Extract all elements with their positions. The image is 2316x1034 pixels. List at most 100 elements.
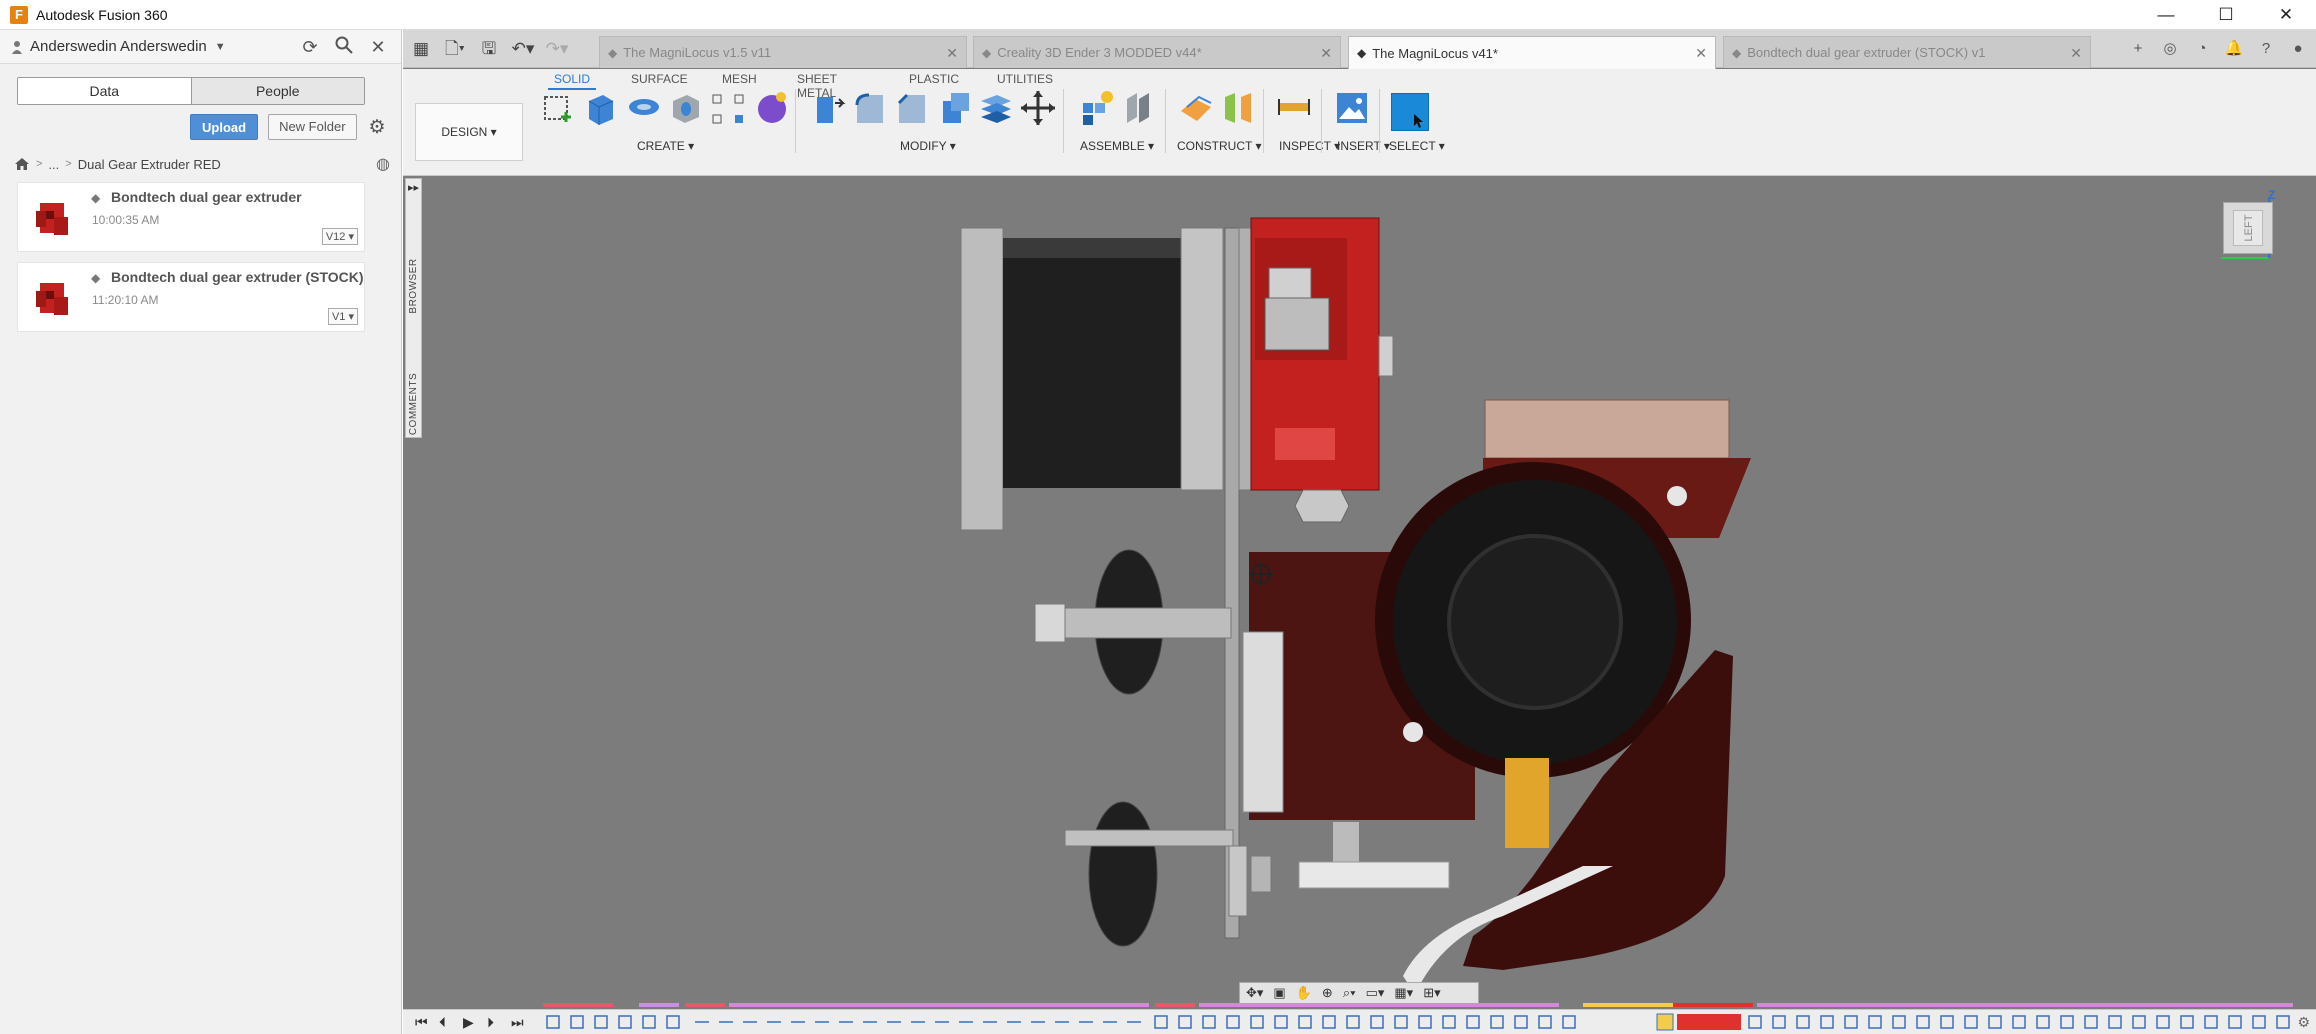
close-tab-icon[interactable]: ✕ — [1695, 45, 1707, 62]
timeline-features[interactable] — [545, 1012, 2305, 1032]
press-pull-icon[interactable] — [809, 89, 847, 127]
timeline-end-icon[interactable]: ⏭ — [511, 1014, 524, 1031]
chevron-down-icon[interactable]: ▼ — [215, 41, 226, 53]
minimize-button[interactable]: — — [2136, 0, 2196, 30]
title-bar: F Autodesk Fusion 360 — ☐ ✕ — [0, 0, 2316, 30]
save-icon[interactable]: 🖫 — [475, 35, 503, 63]
chamfer-icon[interactable] — [893, 89, 931, 127]
construct-menu[interactable]: CONSTRUCT ▾ — [1177, 139, 1261, 153]
timeline-step-back-icon[interactable]: ⏴ — [439, 1014, 446, 1031]
select-menu[interactable]: SELECT ▾ — [1389, 139, 1445, 153]
maximize-button[interactable]: ☐ — [2196, 0, 2256, 30]
new-tab-icon[interactable]: + — [2126, 36, 2150, 62]
tab-plastic[interactable]: PLASTIC — [909, 72, 959, 86]
zoom-icon[interactable]: ⊕ — [1322, 985, 1333, 1001]
refresh-icon[interactable]: ⟳ — [299, 36, 321, 58]
job-status-icon[interactable]: ◔ — [2190, 36, 2214, 62]
doc-tab-title[interactable]: The MagniLocus v41* — [1372, 46, 1498, 61]
insert-image-icon[interactable] — [1333, 89, 1371, 127]
search-icon[interactable] — [333, 36, 355, 58]
close-tab-icon[interactable]: ✕ — [2070, 45, 2082, 62]
breadcrumb-ellipsis[interactable]: ... — [48, 157, 59, 172]
home-icon[interactable] — [14, 157, 30, 171]
doc-tab[interactable]: ◆ The MagniLocus v1.5 v11 ✕ — [599, 36, 967, 68]
create-sketch-icon[interactable] — [539, 89, 577, 127]
file-name[interactable]: Bondtech dual gear extruder (STOCK) — [111, 269, 364, 285]
3d-viewport[interactable]: ▸▸ BROWSER COMMENTS LEFT Z ✥▾ ▣ ✋ ⊕ ⌕▾ ▭… — [403, 176, 2316, 1009]
file-timestamp: 10:00:35 AM — [92, 213, 160, 227]
doc-tab-title[interactable]: Bondtech dual gear extruder (STOCK) v1 — [1747, 45, 1985, 60]
combine-icon[interactable] — [977, 89, 1015, 127]
assemble-menu[interactable]: ASSEMBLE ▾ — [1080, 139, 1154, 153]
timeline-start-icon[interactable]: ⏮ — [415, 1014, 428, 1031]
file-item[interactable]: ◆ Bondtech dual gear extruder (STOCK) 11… — [17, 262, 365, 332]
network-icon[interactable]: ◍ — [376, 154, 390, 174]
pan-icon[interactable]: ✋ — [1296, 985, 1312, 1001]
select-tool-button[interactable] — [1391, 93, 1429, 131]
pattern-icon[interactable] — [709, 89, 747, 127]
tab-utilities[interactable]: UTILITIES — [997, 72, 1053, 86]
profile-icon[interactable]: ● — [2286, 36, 2310, 62]
user-bar[interactable]: Anderswedin Anderswedin ▼ ⟳ ✕ — [0, 30, 401, 64]
revolve-icon[interactable] — [625, 89, 663, 127]
look-at-icon[interactable]: ▣ — [1273, 985, 1285, 1001]
close-window-button[interactable]: ✕ — [2256, 0, 2316, 30]
tab-solid[interactable]: SOLID — [554, 72, 590, 86]
measure-icon[interactable] — [1275, 89, 1313, 127]
midplane-icon[interactable] — [1219, 89, 1257, 127]
doc-tab-title[interactable]: The MagniLocus v1.5 v11 — [623, 45, 771, 60]
viewcube[interactable]: LEFT — [2223, 202, 2273, 254]
new-folder-button[interactable]: New Folder — [268, 114, 357, 140]
modify-menu[interactable]: MODIFY ▾ — [900, 139, 956, 153]
shell-icon[interactable] — [935, 89, 973, 127]
inspect-menu[interactable]: INSPECT ▾ — [1279, 139, 1340, 153]
close-panel-icon[interactable]: ✕ — [367, 36, 389, 58]
help-icon[interactable]: ? — [2254, 36, 2278, 62]
extensions-icon[interactable]: ◎ — [2158, 36, 2182, 62]
user-name[interactable]: Anderswedin Anderswedin — [30, 38, 207, 55]
doc-tab-active[interactable]: ◆ The MagniLocus v41* ✕ — [1348, 36, 1716, 69]
doc-tab-title[interactable]: Creality 3D Ender 3 MODDED v44* — [997, 45, 1201, 60]
insert-menu[interactable]: INSERT ▾ — [1337, 139, 1390, 153]
breadcrumb-current-folder[interactable]: Dual Gear Extruder RED — [78, 157, 221, 172]
tab-people[interactable]: People — [190, 78, 364, 104]
tab-surface[interactable]: SURFACE — [631, 72, 688, 86]
new-component-icon[interactable] — [1077, 89, 1115, 127]
timeline-settings-icon[interactable]: ⚙ — [2297, 1014, 2310, 1031]
viewcube-face-label[interactable]: LEFT — [2233, 210, 2263, 246]
file-menu-icon[interactable]: 🗋▾ — [441, 35, 469, 63]
move-icon[interactable] — [1019, 89, 1057, 127]
tab-mesh[interactable]: MESH — [722, 72, 757, 86]
offset-plane-icon[interactable] — [1177, 89, 1215, 127]
grid-settings-icon[interactable]: ▦▾ — [1394, 985, 1413, 1001]
close-tab-icon[interactable]: ✕ — [946, 45, 958, 62]
doc-tab[interactable]: ◆ Bondtech dual gear extruder (STOCK) v1 ✕ — [1723, 36, 2091, 68]
fit-icon[interactable]: ⌕▾ — [1343, 985, 1356, 1001]
file-item[interactable]: ◆ Bondtech dual gear extruder 10:00:35 A… — [17, 182, 365, 252]
orbit-icon[interactable]: ✥▾ — [1246, 985, 1263, 1001]
hole-icon[interactable] — [667, 89, 705, 127]
doc-tab[interactable]: ◆ Creality 3D Ender 3 MODDED v44* ✕ — [973, 36, 1341, 68]
version-dropdown[interactable]: V1 ▾ — [327, 308, 358, 325]
joint-icon[interactable] — [1119, 89, 1157, 127]
tab-data[interactable]: Data — [18, 78, 191, 104]
viewports-icon[interactable]: ⊞▾ — [1423, 985, 1440, 1001]
close-tab-icon[interactable]: ✕ — [1320, 45, 1332, 62]
undo-icon[interactable]: ↶▾ — [509, 35, 537, 63]
upload-button[interactable]: Upload — [190, 114, 259, 140]
display-settings-icon[interactable]: ▭▾ — [1366, 985, 1385, 1001]
fillet-icon[interactable] — [851, 89, 889, 127]
file-name[interactable]: Bondtech dual gear extruder — [111, 189, 302, 205]
notifications-icon[interactable]: 🔔 — [2222, 36, 2246, 62]
timeline-step-forward-icon[interactable]: ⏵ — [487, 1014, 494, 1031]
extruder-3d-model[interactable] — [403, 176, 2316, 1009]
version-dropdown[interactable]: V12 ▾ — [321, 228, 358, 245]
timeline-play-icon[interactable]: ▶ — [463, 1014, 474, 1031]
app-grid-icon[interactable]: ▦ — [407, 35, 435, 63]
form-icon[interactable] — [753, 89, 791, 127]
create-menu[interactable]: CREATE ▾ — [637, 139, 694, 153]
gear-icon[interactable]: ⚙ — [369, 116, 386, 139]
redo-icon[interactable]: ↷▾ — [543, 35, 571, 63]
extrude-icon[interactable] — [581, 89, 619, 127]
workspace-switcher[interactable]: DESIGN ▾ — [415, 103, 523, 161]
